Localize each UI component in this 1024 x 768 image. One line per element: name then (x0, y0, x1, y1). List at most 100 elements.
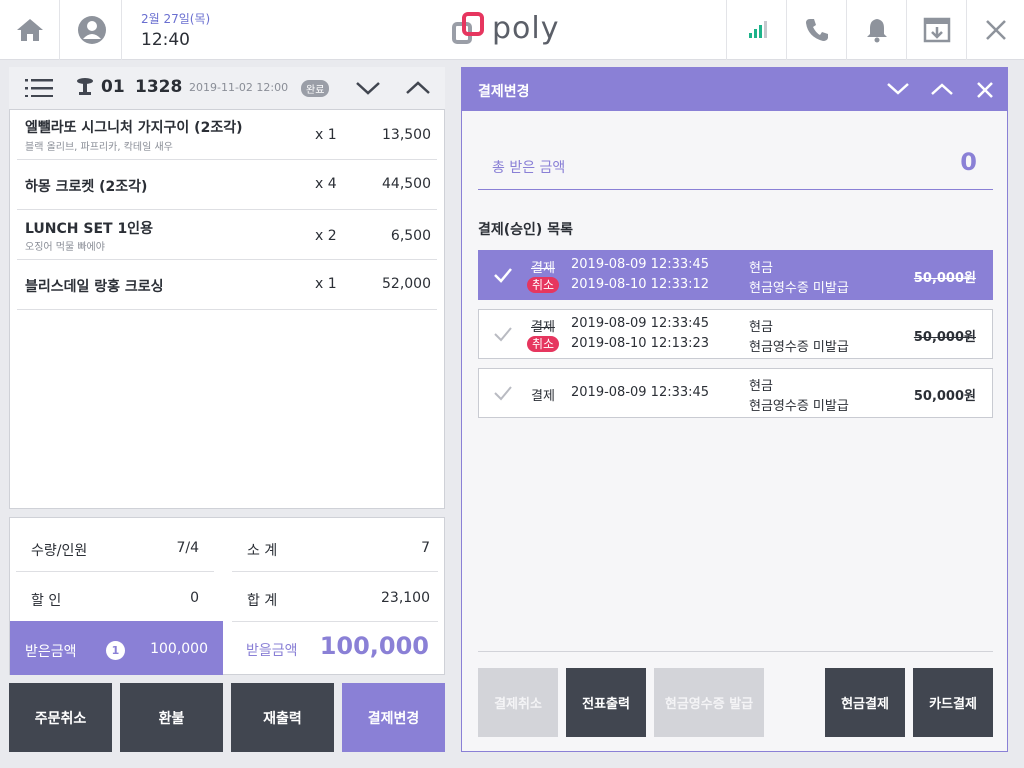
to-receive-value: 100,000 (319, 632, 429, 660)
card-pay-button[interactable]: 카드결제 (913, 668, 993, 737)
item-name: 엘뺄라또 시그니처 가지구이 (2조각) (25, 120, 243, 136)
order-number: 1328 (135, 77, 183, 97)
payment-date: 2019-08-09 12:33:45 (571, 316, 710, 331)
check-icon[interactable] (493, 266, 513, 284)
user-icon (77, 16, 106, 44)
received-amount-button[interactable]: 받은금액 1 100,000 (10, 621, 223, 675)
total-cell: 합 계 23,100 (232, 572, 438, 622)
issue-cash-receipt-button[interactable]: 현금영수증 발급 (654, 668, 764, 737)
close-icon[interactable] (976, 81, 994, 99)
qty-people-cell: 수량/인원 7/4 (16, 522, 214, 572)
subtotal-cell: 소 계 7 (232, 522, 438, 572)
payment-list-title: 결제(승인) 목록 (478, 222, 573, 238)
chevron-down-icon[interactable] (886, 80, 910, 98)
print-slip-button[interactable]: 전표출력 (566, 668, 646, 737)
download-icon (923, 17, 950, 43)
order-header: 01 1328 2019-11-02 12:00 완료 (9, 67, 445, 109)
date-label: 2월 27일(목) (141, 12, 211, 26)
payment-type: 결제 (531, 389, 555, 404)
qty-label: 수량/인원 (31, 543, 88, 559)
payment-amount: 50,000원 (913, 389, 976, 404)
receipt-status: 현금영수증 미발급 (749, 281, 849, 296)
order-item[interactable]: 블리스데일 랑홍 크로싱 x 1 52,000 (17, 260, 437, 310)
table-number: 01 (101, 77, 125, 97)
total-received-value: 0 (960, 148, 977, 176)
total-received-row: 총 받은 금액 0 (478, 146, 993, 190)
discount-label: 할 인 (31, 593, 62, 609)
cancel-badge: 취소 (527, 277, 560, 293)
logo-text: poly (492, 11, 560, 46)
order-summary: 수량/인원 7/4 소 계 7 할 인 0 합 계 23,100 받은금액 1 … (9, 517, 445, 675)
to-receive-label: 받을금액 (246, 643, 298, 659)
change-payment-button[interactable]: 결제변경 (342, 683, 445, 752)
download-button[interactable] (906, 0, 966, 60)
panel-header: 결제변경 (462, 68, 1007, 111)
payment-method: 현금 (749, 379, 773, 394)
receipt-status: 현금영수증 미발급 (749, 340, 849, 355)
menu-icon[interactable] (25, 79, 53, 97)
total-label: 합 계 (247, 593, 278, 609)
payment-date: 2019-08-09 12:33:45 (571, 385, 710, 400)
order-item[interactable]: 하몽 크로켓 (2조각) x 4 44,500 (17, 160, 437, 210)
order-item[interactable]: 엘뺄라또 시그니처 가지구이 (2조각) 블랙 올리브, 파프리카, 칵테일 새… (17, 110, 437, 160)
status-badge: 완료 (301, 80, 330, 97)
item-name: 블리스데일 랑홍 크로싱 (25, 279, 164, 295)
item-price: 52,000 (382, 276, 431, 292)
cancel-date: 2019-08-10 12:33:12 (571, 277, 710, 292)
chevron-up-icon[interactable] (930, 80, 954, 98)
order-datetime: 2019-11-02 12:00 (189, 81, 289, 94)
user-button[interactable] (62, 0, 122, 60)
payment-amount: 50,000원 (913, 330, 976, 345)
item-price: 44,500 (382, 176, 431, 192)
item-options: 블랙 올리브, 파프리카, 칵테일 새우 (25, 142, 173, 153)
received-value: 100,000 (150, 641, 208, 657)
payment-row[interactable]: 결제 취소 2019-08-09 12:33:45 2019-08-10 12:… (478, 309, 993, 359)
cancel-order-button[interactable]: 주문취소 (9, 683, 112, 752)
item-qty: x 2 (315, 228, 337, 244)
cancel-date: 2019-08-10 12:13:23 (571, 336, 710, 351)
cancel-payment-button[interactable]: 결제취소 (478, 668, 558, 737)
payment-type: 결제 (531, 320, 555, 335)
home-icon (16, 19, 43, 41)
payment-type: 결제 (531, 261, 555, 276)
total-value: 23,100 (381, 590, 430, 606)
item-price: 13,500 (382, 127, 431, 143)
chevron-up-icon[interactable] (405, 79, 431, 97)
order-item[interactable]: LUNCH SET 1인용 오징어 먹물 빠에야 x 2 6,500 (17, 210, 437, 260)
subtotal-label: 소 계 (247, 543, 278, 559)
payment-amount: 50,000원 (913, 271, 976, 286)
notification-button[interactable] (846, 0, 906, 60)
check-icon[interactable] (493, 325, 513, 343)
payment-method: 현금 (749, 320, 773, 335)
top-bar: 2월 27일(목) 12:40 poly (0, 0, 1024, 60)
received-label: 받은금액 (25, 644, 77, 660)
discount-value: 0 (190, 590, 199, 606)
payment-row[interactable]: 결제 2019-08-09 12:33:45 현금 현금영수증 미발급 50,0… (478, 368, 993, 418)
poly-logo: poly (452, 12, 560, 46)
chevron-down-icon[interactable] (355, 79, 381, 97)
payment-method: 현금 (749, 261, 773, 276)
payment-row[interactable]: 결제 취소 2019-08-09 12:33:45 2019-08-10 12:… (478, 250, 993, 300)
home-button[interactable] (0, 0, 60, 60)
refund-button[interactable]: 환불 (120, 683, 223, 752)
payment-change-panel: 결제변경 총 받은 금액 0 결제(승인) 목록 결제 취소 2019-08-0… (461, 67, 1008, 752)
table-icon (77, 78, 93, 95)
close-icon (985, 20, 1006, 40)
cash-pay-button[interactable]: 현금결제 (825, 668, 905, 737)
divider (478, 651, 993, 652)
reprint-button[interactable]: 재출력 (231, 683, 334, 752)
app-close-button[interactable] (966, 0, 1024, 60)
item-options: 오징어 먹물 빠에야 (25, 242, 105, 253)
item-name: LUNCH SET 1인용 (25, 221, 153, 237)
panel-title: 결제변경 (478, 84, 530, 100)
qty-value: 7/4 (176, 540, 199, 556)
discount-cell: 할 인 0 (16, 572, 214, 622)
subtotal-value: 7 (421, 540, 430, 556)
cancel-badge: 취소 (527, 336, 560, 352)
total-received-label: 총 받은 금액 (492, 160, 566, 176)
item-qty: x 1 (315, 127, 337, 143)
item-name: 하몽 크로켓 (2조각) (25, 179, 148, 195)
check-icon[interactable] (493, 384, 513, 402)
item-qty: x 4 (315, 176, 337, 192)
phone-button[interactable] (786, 0, 846, 60)
